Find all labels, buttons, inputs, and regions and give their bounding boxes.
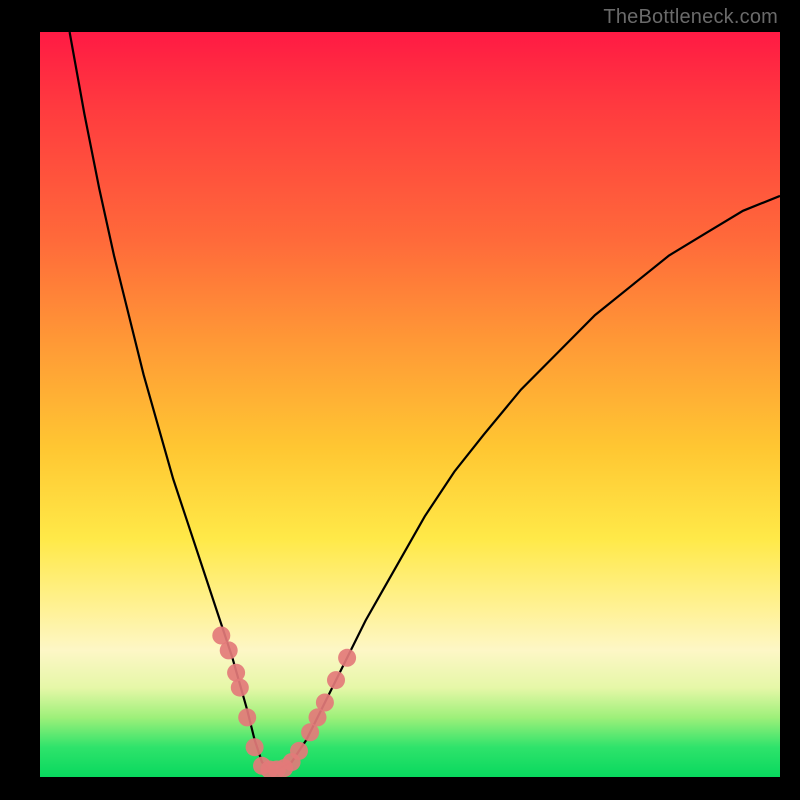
marker-dot	[246, 738, 264, 756]
marker-dot	[220, 641, 238, 659]
marker-dot	[238, 708, 256, 726]
chart-frame: TheBottleneck.com	[0, 0, 800, 800]
marker-dot	[338, 649, 356, 667]
marker-dot	[327, 671, 345, 689]
curve-layer	[40, 32, 780, 777]
marker-group	[212, 627, 356, 778]
watermark-text: TheBottleneck.com	[603, 6, 778, 29]
plot-area	[40, 32, 780, 777]
bottleneck-curve	[70, 32, 780, 770]
marker-dot	[316, 694, 334, 712]
marker-dot	[231, 679, 249, 697]
marker-dot	[290, 742, 308, 760]
